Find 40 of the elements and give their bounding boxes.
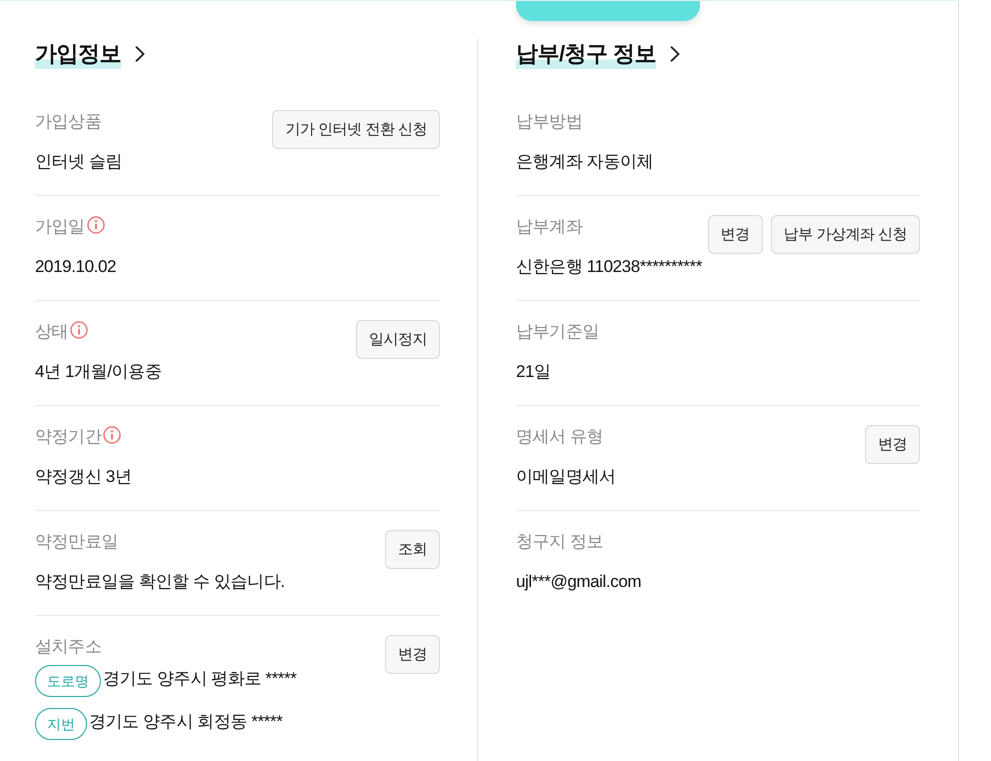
field-label: 명세서 유형 bbox=[516, 426, 604, 448]
field-label: 약정기간 bbox=[35, 426, 102, 448]
address-text: 경기도 양주시 평화로 ***** bbox=[103, 668, 296, 690]
action-button[interactable]: 변경 bbox=[865, 425, 920, 464]
info-icon[interactable] bbox=[86, 216, 105, 234]
field-label: 납부기준일 bbox=[516, 321, 600, 343]
action-button[interactable]: 변경 bbox=[708, 215, 763, 254]
address-text: 경기도 양주시 회정동 ***** bbox=[89, 711, 282, 733]
action-button[interactable]: 납부 가상계좌 신청 bbox=[770, 215, 920, 254]
chevron-right-icon bbox=[135, 46, 145, 62]
field-label: 상태 bbox=[35, 321, 68, 343]
field-value: 약정갱신 3년 bbox=[35, 466, 132, 488]
field-value: 4년 1개월/이용중 bbox=[35, 361, 162, 383]
action-button[interactable]: 변경 bbox=[385, 635, 440, 674]
field-value: 2019.10.02 bbox=[35, 256, 118, 278]
field-value: 은행계좌 자동이체 bbox=[516, 151, 654, 173]
section-heading-link[interactable]: 납부/청구 정보 bbox=[516, 38, 680, 70]
address-type-tag: 도로명 bbox=[35, 665, 101, 697]
field-label: 가입상품 bbox=[35, 111, 102, 133]
field-label: 약정만료일 bbox=[35, 531, 118, 553]
field-value: 이메일명세서 bbox=[516, 466, 617, 488]
field-label: 납부방법 bbox=[516, 111, 582, 133]
field-value: 약정만료일을 확인할 수 있습니다. bbox=[35, 571, 286, 593]
section-heading-link[interactable]: 가입정보 bbox=[35, 38, 145, 70]
field-label: 가입일 bbox=[35, 216, 85, 238]
info-icon[interactable] bbox=[103, 426, 122, 444]
info-icon[interactable] bbox=[70, 321, 88, 339]
field-value: 신한은행 110238********** bbox=[516, 256, 703, 278]
field-label: 설치주소 bbox=[35, 636, 102, 658]
field-label: 청구지 정보 bbox=[516, 531, 604, 553]
field-value: 인터넷 슬림 bbox=[35, 151, 124, 173]
field-label: 납부계좌 bbox=[516, 216, 582, 238]
address-type-tag: 지번 bbox=[35, 708, 87, 740]
action-button[interactable]: 일시정지 bbox=[356, 320, 440, 359]
chevron-right-icon bbox=[670, 46, 680, 62]
floating-button[interactable] bbox=[516, 1, 700, 21]
field-value: 21일 bbox=[516, 361, 552, 383]
action-button[interactable]: 조회 bbox=[385, 530, 440, 569]
field-value: ujl***@gmail.com bbox=[516, 571, 642, 593]
action-button[interactable]: 기가 인터넷 전환 신청 bbox=[272, 110, 440, 149]
